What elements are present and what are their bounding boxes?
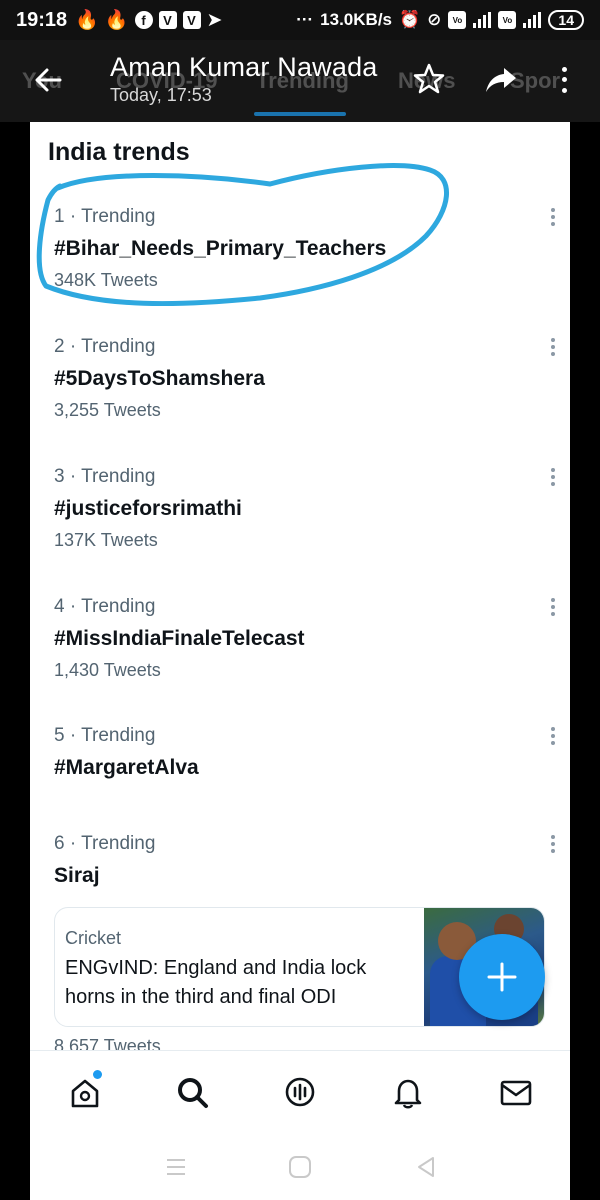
v-app-icon: V	[182, 11, 201, 29]
signal-icon	[473, 12, 492, 28]
trend-more-button[interactable]	[547, 596, 559, 618]
dot	[561, 88, 567, 94]
volte-icon: Vo	[448, 11, 467, 29]
trend-hashtag: #Bihar_Needs_Primary_Teachers	[54, 237, 387, 260]
trend-hashtag: #MissIndiaFinaleTelecast	[54, 627, 305, 650]
trend-item[interactable]: 4 · Trending #MissIndiaFinaleTelecast 1,…	[54, 596, 555, 681]
search-icon	[178, 1078, 208, 1108]
trend-hashtag: #justiceforsrimathi	[54, 497, 242, 520]
plus-icon	[487, 962, 517, 992]
trend-hashtag: #5DaysToShamshera	[54, 367, 265, 390]
more-notifications-icon: ···	[296, 10, 314, 29]
trend-more-button[interactable]	[547, 336, 559, 358]
fire-icon: 🔥	[75, 10, 99, 31]
trend-rank: 6 · Trending	[54, 833, 156, 854]
more-options-button[interactable]	[556, 64, 572, 96]
trend-rank: 2 · Trending	[54, 336, 156, 357]
dot	[561, 66, 567, 72]
menu-lines-icon	[167, 1159, 185, 1175]
trend-item[interactable]: 6 · Trending Siraj	[54, 833, 555, 888]
spaces-icon	[285, 1077, 315, 1107]
back-button[interactable]	[30, 62, 66, 98]
back-system-button[interactable]	[411, 1152, 441, 1182]
share-button[interactable]	[484, 62, 518, 96]
star-button[interactable]	[412, 62, 446, 96]
dot	[561, 77, 567, 83]
trend-count: 348K Tweets	[54, 270, 158, 290]
trend-rank: 4 · Trending	[54, 596, 156, 617]
back-triangle-icon	[418, 1157, 434, 1177]
recents-button[interactable]	[161, 1152, 191, 1182]
trend-more-button[interactable]	[547, 206, 559, 228]
bell-icon	[394, 1079, 422, 1109]
volte-icon: Vo	[498, 11, 517, 29]
v-app-icon: V	[158, 11, 177, 29]
alarm-icon: ⏰	[399, 10, 421, 29]
bottom-nav	[30, 1050, 570, 1134]
facebook-icon: f	[134, 11, 153, 29]
trends-panel: India trends 1 · Trending #Bihar_Needs_P…	[30, 122, 570, 1050]
dnd-icon: ⊘	[427, 10, 442, 29]
nav-spaces[interactable]	[280, 1073, 320, 1113]
home-system-button[interactable]	[285, 1152, 315, 1182]
share-arrow-icon	[486, 68, 516, 92]
status-right: ··· 13.0KB/s ⏰ ⊘ Vo Vo 14	[296, 10, 584, 30]
back-arrow-icon	[35, 68, 62, 92]
status-time: 19:18	[16, 8, 68, 31]
trend-item[interactable]: 1 · Trending #Bihar_Needs_Primary_Teache…	[54, 206, 555, 291]
trend-item[interactable]: 3 · Trending #justiceforsrimathi 137K Tw…	[54, 466, 555, 551]
trend-count: 8,657 Tweets	[54, 1036, 161, 1050]
mail-icon	[500, 1080, 532, 1106]
tab-indicator	[254, 112, 346, 116]
status-bar: 19:18 🔥 🔥 f V V ➤ ··· 13.0KB/s ⏰ ⊘ Vo Vo…	[0, 0, 600, 40]
section-title: India trends	[48, 138, 190, 166]
trend-hashtag: Siraj	[54, 864, 100, 887]
trend-more-button[interactable]	[547, 725, 559, 747]
telegram-icon: ➤	[206, 9, 223, 31]
battery-icon: 14	[548, 10, 584, 30]
home-square-icon	[289, 1156, 311, 1178]
star-icon	[413, 63, 445, 94]
page-title: Aman Kumar Nawada	[110, 52, 378, 82]
trend-item[interactable]: 2 · Trending #5DaysToShamshera 3,255 Twe…	[54, 336, 555, 421]
title-block: Aman Kumar Nawada Today, 17:53	[110, 52, 378, 106]
system-nav-bar	[30, 1134, 570, 1200]
trend-item[interactable]: 5 · Trending #MargaretAlva	[54, 725, 555, 780]
app-header: You COVID-19 Trending News Spor Aman Kum…	[0, 40, 600, 122]
trend-count: 137K Tweets	[54, 530, 158, 550]
trend-more-button[interactable]	[547, 466, 559, 488]
net-speed: 13.0KB/s	[320, 10, 392, 29]
notification-dot	[93, 1070, 102, 1079]
fire-icon: 🔥	[104, 10, 129, 31]
trend-hashtag: #MargaretAlva	[54, 756, 199, 779]
signal-4g-icon	[523, 12, 542, 28]
trend-rank: 5 · Trending	[54, 725, 156, 746]
trend-rank: 3 · Trending	[54, 466, 156, 487]
compose-button[interactable]	[459, 934, 545, 1020]
nav-messages[interactable]	[496, 1073, 536, 1113]
trend-rank: 1 · Trending	[54, 206, 156, 227]
trend-count: 3,255 Tweets	[54, 400, 161, 420]
trend-more-button[interactable]	[547, 833, 559, 855]
page-subtitle: Today, 17:53	[110, 85, 212, 105]
nav-search[interactable]	[173, 1073, 213, 1113]
home-icon	[71, 1079, 99, 1108]
trend-count: 1,430 Tweets	[54, 660, 161, 680]
nav-home[interactable]	[65, 1070, 105, 1113]
nav-notifications[interactable]	[388, 1073, 428, 1113]
notification-icons: 🔥 🔥 f V V ➤	[75, 8, 222, 32]
news-headline: ENGvIND: England and India lock horns in…	[65, 957, 367, 1008]
news-category: Cricket	[65, 928, 122, 948]
